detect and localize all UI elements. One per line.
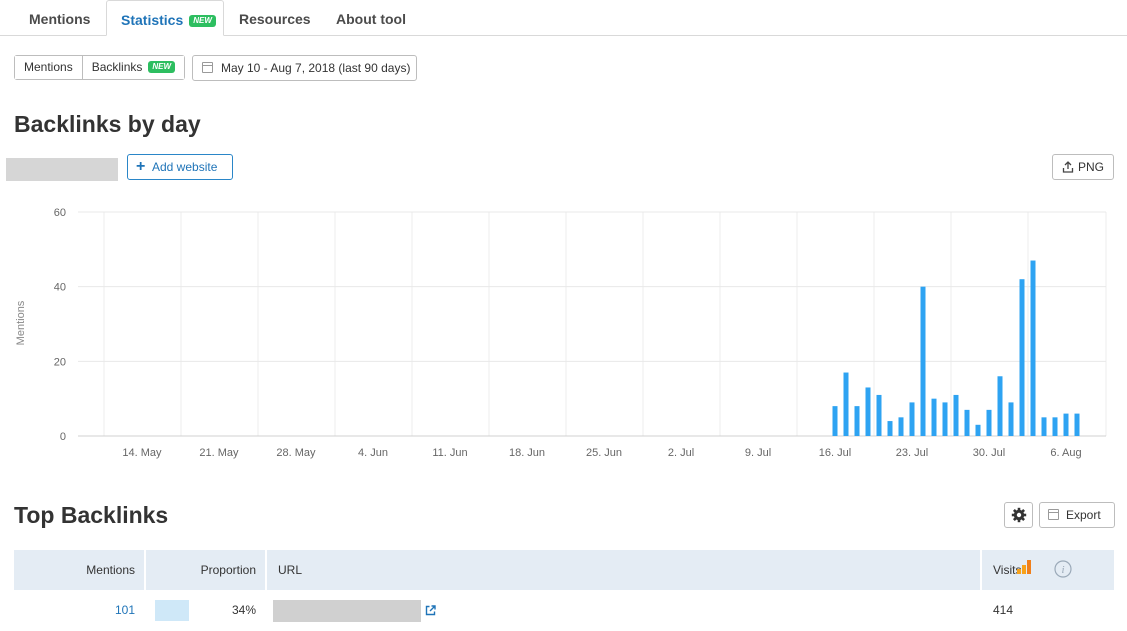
proportion-value: 34% [231, 603, 256, 617]
gear-icon [1011, 507, 1027, 523]
tab-bar: Mentions Statistics NEW Resources About t… [0, 0, 1127, 36]
y-axis-label: Mentions [15, 300, 27, 345]
mentions-toggle-button[interactable]: Mentions [15, 56, 82, 79]
toggle-label: Backlinks [91, 60, 143, 74]
column-header-mentions[interactable]: Mentions [14, 550, 135, 590]
table-row: 101 34% 414 [14, 590, 1114, 631]
chart-bar [898, 417, 904, 436]
x-tick-label: 25. Jun [586, 447, 622, 459]
chart-bar [986, 409, 992, 436]
new-badge: NEW [189, 15, 216, 27]
tab-mentions[interactable]: Mentions [29, 0, 90, 35]
chart-bar [920, 286, 926, 436]
chart-bar [887, 421, 893, 436]
tab-about-tool[interactable]: About tool [336, 0, 406, 35]
chart-bar [975, 424, 981, 436]
table-header: Mentions Proportion URL Visits i [14, 550, 1114, 590]
column-divider [265, 550, 267, 590]
proportion-bar [155, 600, 189, 621]
y-tick-label: 40 [54, 282, 66, 294]
mentions-backlinks-toggle: Mentions Backlinks NEW [14, 55, 186, 80]
x-tick-label: 18. Jun [509, 447, 545, 459]
tab-statistics[interactable]: Statistics NEW [106, 0, 224, 36]
x-tick-label: 14. May [122, 447, 162, 459]
tab-label: About tool [336, 11, 406, 27]
column-header-url[interactable]: URL [278, 550, 302, 590]
chart-bar [1052, 417, 1058, 436]
chart-bar [942, 402, 948, 436]
x-tick-label: 11. Jun [432, 447, 467, 459]
x-tick-label: 4. Jun [358, 447, 388, 459]
chart-bar [843, 372, 849, 436]
redacted-website-label [6, 158, 118, 181]
chart-bar [964, 409, 970, 436]
new-badge: NEW [148, 61, 176, 73]
add-website-button[interactable]: + Add website [127, 154, 233, 180]
chart-bar [832, 406, 838, 436]
external-link-icon[interactable] [425, 605, 436, 616]
y-tick-label: 0 [60, 431, 66, 443]
upload-icon [1062, 161, 1074, 173]
x-tick-label: 30. Jul [973, 447, 1005, 459]
export-button[interactable]: Export [1039, 502, 1115, 528]
chart-bar [1063, 413, 1069, 436]
x-tick-label: 2. Jul [668, 447, 694, 459]
mentions-count-link[interactable]: 101 [14, 590, 135, 631]
chart-bar [854, 406, 860, 436]
chart-bar [1074, 413, 1080, 436]
y-tick-label: 20 [54, 356, 66, 368]
y-tick-label: 60 [54, 207, 66, 219]
tab-label: Resources [239, 11, 311, 27]
tab-label: Mentions [29, 11, 91, 27]
chart-bar [1041, 417, 1047, 436]
export-png-button[interactable]: PNG [1052, 154, 1114, 180]
chart-bar [1030, 260, 1036, 436]
date-range-label: May 10 - Aug 7, 2018 (last 90 days) [221, 61, 411, 75]
calendar-icon [202, 62, 213, 73]
chart-bar [909, 402, 915, 436]
chart-bar [953, 394, 959, 436]
chart-bar [865, 387, 871, 436]
svg-text:i: i [1061, 564, 1064, 576]
info-icon[interactable]: i [1054, 560, 1072, 578]
add-website-label: Add website [152, 160, 218, 174]
x-tick-label: 23. Jul [896, 447, 928, 459]
x-tick-label: 28. May [276, 447, 316, 459]
backlinks-toggle-button[interactable]: Backlinks NEW [81, 56, 185, 79]
settings-button[interactable] [1004, 502, 1033, 528]
tab-resources[interactable]: Resources [239, 0, 311, 35]
toggle-label: Mentions [24, 60, 73, 74]
column-divider [980, 550, 982, 590]
backlinks-by-day-chart: Mentions 0 20 40 60 14. May 21. May 28. May 4. … [15, 207, 1107, 459]
top-backlinks-title: Top Backlinks [14, 502, 169, 528]
chart-bar [1019, 279, 1025, 436]
visits-source-icon [1017, 560, 1031, 574]
column-header-proportion[interactable]: Proportion [146, 550, 256, 590]
plus-icon: + [136, 158, 146, 175]
export-label: Export [1066, 508, 1101, 522]
visits-value: 414 [993, 603, 1014, 617]
chart-bar [1008, 402, 1014, 436]
x-tick-label: 16. Jul [819, 447, 851, 459]
tab-label: Statistics [121, 12, 184, 28]
x-tick-label: 6. Aug [1050, 447, 1081, 459]
chart-bar [931, 398, 937, 436]
x-tick-label: 9. Jul [745, 447, 771, 459]
calendar-icon [1048, 509, 1059, 520]
backlinks-by-day-title: Backlinks by day [14, 111, 201, 137]
chart-bar [997, 376, 1003, 436]
redacted-url[interactable] [273, 600, 421, 622]
chart-bar [876, 394, 882, 436]
x-tick-label: 21. May [199, 447, 239, 459]
date-range-picker[interactable]: May 10 - Aug 7, 2018 (last 90 days) [192, 55, 417, 81]
png-label: PNG [1078, 160, 1105, 174]
